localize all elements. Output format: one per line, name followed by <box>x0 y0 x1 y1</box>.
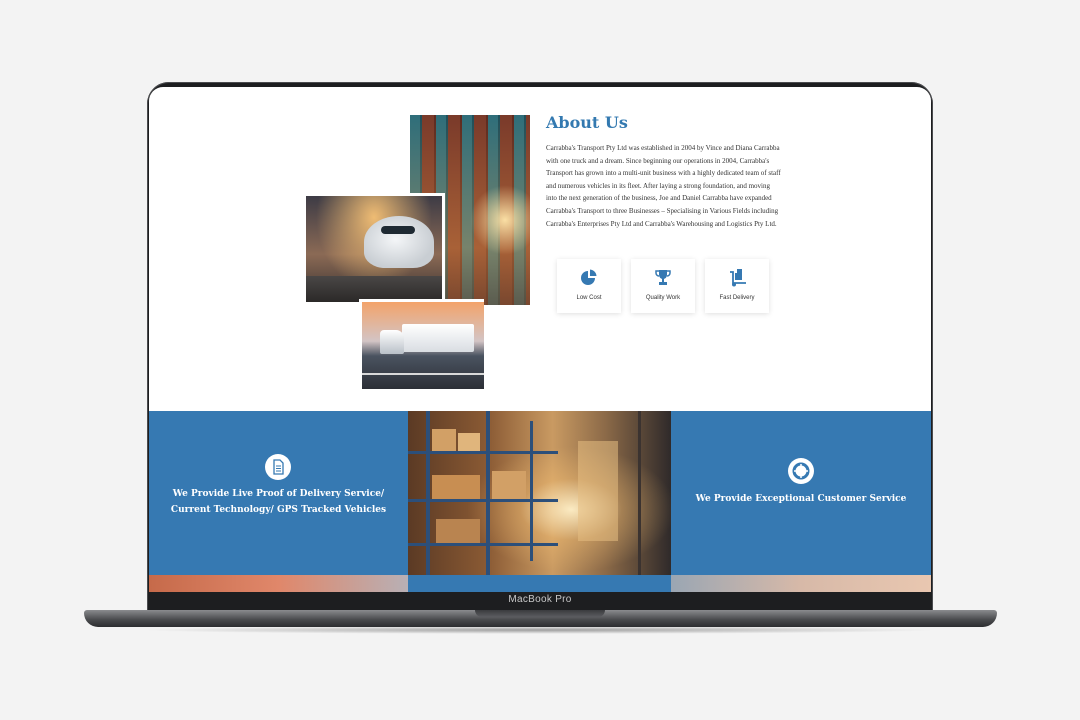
proof-of-delivery-line-2: Current Technology/ GPS Tracked Vehicles <box>170 505 387 515</box>
feature-card-quality-work[interactable]: Quality Work <box>631 259 695 313</box>
sunset-glow <box>470 185 530 255</box>
about-body: Carrabba's Transport Pty Ltd was establi… <box>546 144 781 228</box>
cargo-box <box>432 475 480 499</box>
pie-chart-icon <box>581 269 597 285</box>
plane-body <box>364 216 434 268</box>
road-line <box>362 373 484 375</box>
truck-trailer <box>402 324 474 352</box>
laptop-notch <box>475 610 605 617</box>
customer-service-panel: We Provide Exceptional Customer Service <box>671 411 931 575</box>
cargo-box <box>458 433 480 451</box>
proof-of-delivery-line-1: We Provide Live Proof of Delivery Servic… <box>172 489 385 499</box>
device-label: MacBook Pro <box>508 594 572 605</box>
cargo-box <box>492 471 526 499</box>
feature-label: Fast Delivery <box>719 295 755 301</box>
next-row-panel <box>408 575 671 592</box>
shelf-upright <box>638 411 641 575</box>
shelf-upright <box>426 411 430 575</box>
truck-cab <box>380 330 404 354</box>
hand-truck-icon <box>730 269 746 287</box>
website-screen: About Us Carrabba's Transport Pty Ltd wa… <box>149 87 931 592</box>
shelf-beam <box>408 451 558 454</box>
laptop-shadow <box>140 626 940 634</box>
customer-service-text: We Provide Exceptional Customer Service <box>695 494 907 504</box>
lifebuoy-icon <box>788 458 814 484</box>
cargo-box <box>432 429 456 451</box>
warehouse-photo <box>408 411 671 575</box>
shelf-upright <box>530 421 533 561</box>
shelf-beam <box>408 499 558 502</box>
proof-of-delivery-panel: We Provide Live Proof of Delivery Servic… <box>149 411 408 575</box>
cargo-stack <box>578 441 618 541</box>
feature-card-fast-delivery[interactable]: Fast Delivery <box>705 259 769 313</box>
shelf-upright <box>486 411 490 575</box>
about-title: About Us <box>546 113 628 132</box>
next-row-image <box>671 575 931 592</box>
next-row-image <box>149 575 408 592</box>
cargo-plane-photo <box>303 193 445 305</box>
feature-label: Low Cost <box>576 295 602 301</box>
feature-label: Quality Work <box>645 295 681 301</box>
feature-card-low-cost[interactable]: Low Cost <box>557 259 621 313</box>
truck-photo <box>359 299 484 389</box>
trophy-icon <box>655 270 671 285</box>
shelf-beam <box>408 543 558 546</box>
cargo-box <box>436 519 480 543</box>
document-icon <box>265 454 291 480</box>
laptop-chin: MacBook Pro <box>149 592 931 610</box>
plane-cockpit <box>381 226 415 234</box>
